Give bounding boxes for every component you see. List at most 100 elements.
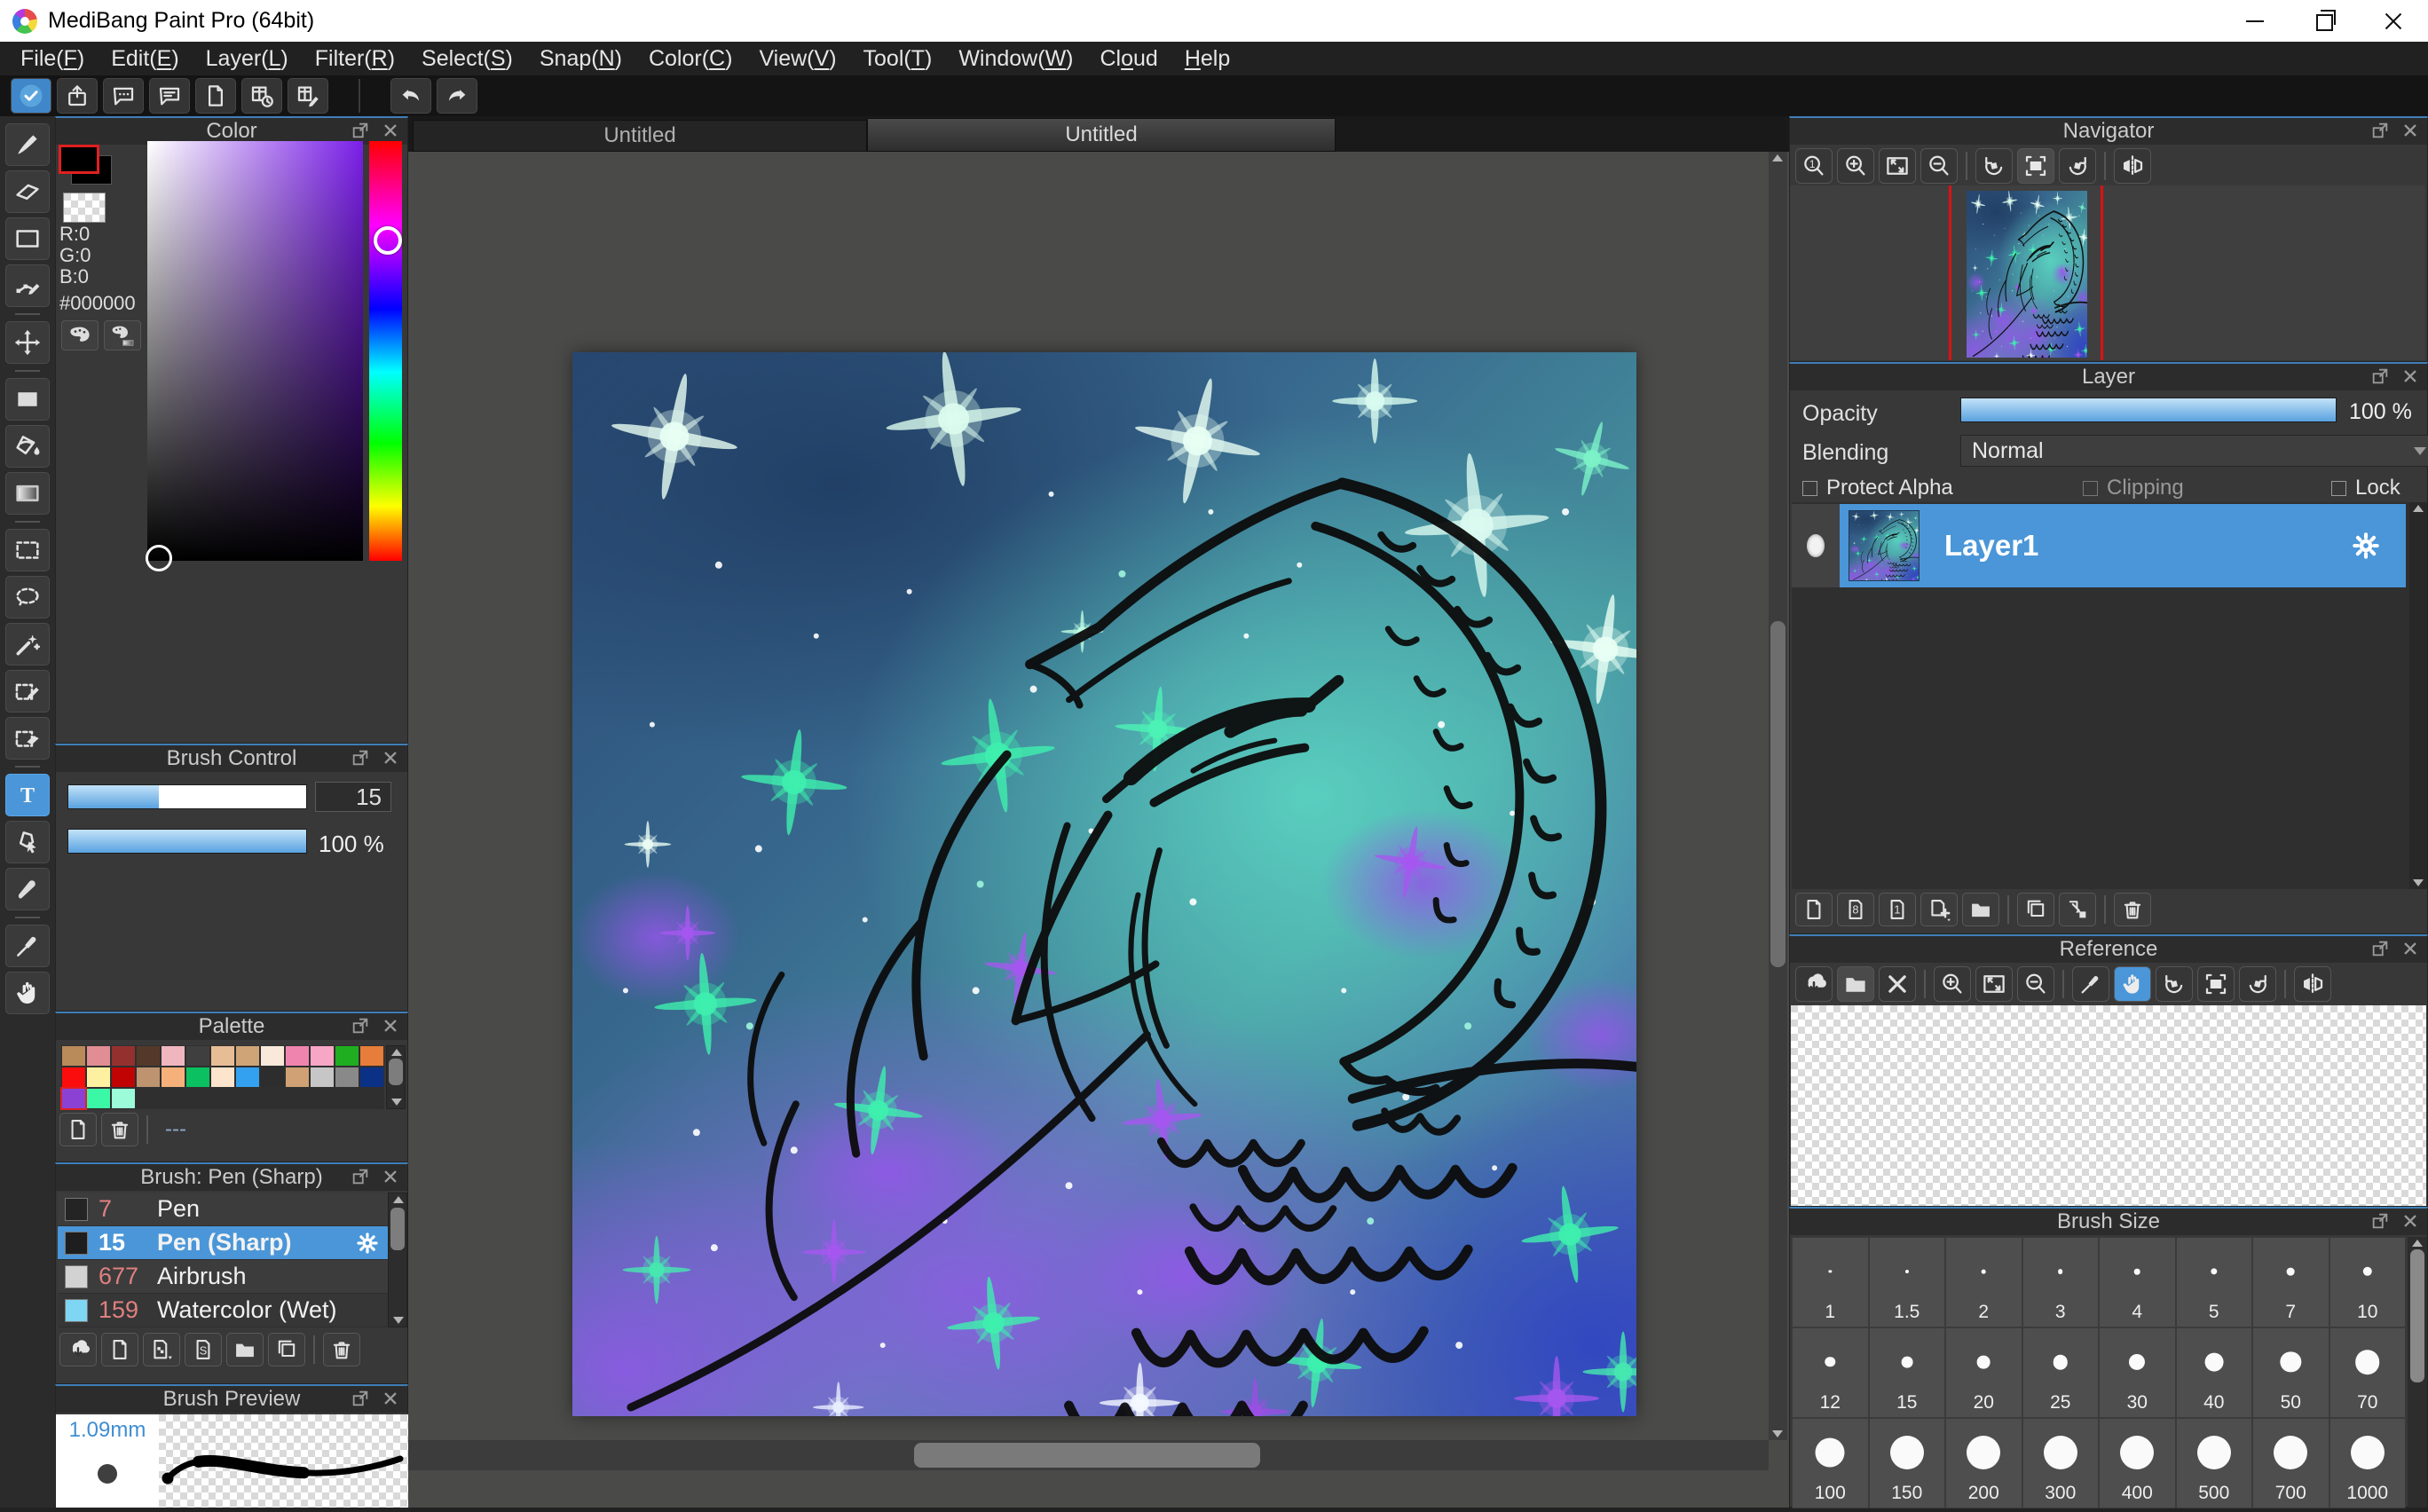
scroll-up-icon[interactable]	[391, 1049, 402, 1056]
minimize-button[interactable]	[2220, 0, 2290, 42]
brush-size-7[interactable]: 7	[2252, 1237, 2329, 1327]
close-panel-icon[interactable]	[2400, 1211, 2420, 1231]
share-button[interactable]	[57, 78, 98, 114]
palette-swatch[interactable]	[236, 1067, 259, 1087]
document-button[interactable]	[195, 78, 236, 114]
trash-button[interactable]	[323, 1333, 360, 1366]
brush-size-15[interactable]: 15	[1869, 1327, 1946, 1418]
polyline-button[interactable]	[5, 264, 50, 307]
zoom-in-button[interactable]	[1934, 966, 1971, 1002]
flip-h-button[interactable]	[2114, 148, 2151, 184]
brush-row-pen-sharp-[interactable]: 15Pen (Sharp)	[58, 1226, 407, 1260]
rotate-ccw-button[interactable]	[1975, 148, 2013, 184]
crop-frame-button[interactable]	[2197, 966, 2235, 1002]
hue-slider[interactable]	[369, 141, 402, 561]
zoom-out-button[interactable]	[2017, 966, 2054, 1002]
palette-swatch[interactable]	[186, 1067, 209, 1087]
brush-opacity-slider[interactable]	[67, 829, 307, 854]
brush-size-150[interactable]: 150	[1869, 1418, 1946, 1508]
hand-button[interactable]	[5, 972, 50, 1014]
palette-swatch[interactable]	[211, 1046, 234, 1066]
rect-button[interactable]	[5, 217, 50, 260]
rotate-ccw-button[interactable]	[2156, 966, 2193, 1002]
hue-cursor[interactable]	[374, 226, 402, 255]
lasso-button[interactable]	[5, 576, 50, 618]
rotate-cw-button[interactable]	[2239, 966, 2276, 1002]
palette-scrollbar-thumb[interactable]	[389, 1059, 403, 1085]
foreground-color-swatch[interactable]	[59, 145, 99, 174]
layer-list-scrollbar[interactable]	[2409, 502, 2427, 889]
grid-pencil-button[interactable]	[288, 78, 328, 114]
menu-file-f-[interactable]: File(F)	[7, 46, 98, 72]
reference-content-empty[interactable]	[1791, 1005, 2426, 1206]
brush-size-4[interactable]: 4	[2099, 1237, 2176, 1327]
brush-row-pen[interactable]: 7Pen	[58, 1193, 407, 1226]
scroll-down-icon[interactable]	[1772, 1430, 1783, 1437]
brush-row-airbrush[interactable]: 677Airbrush	[58, 1260, 407, 1294]
brush-size-3[interactable]: 3	[2022, 1237, 2100, 1327]
palette-swatch[interactable]	[162, 1067, 185, 1087]
palette-swatch[interactable]	[335, 1067, 359, 1087]
popout-icon[interactable]	[2370, 366, 2390, 386]
palette-color-button[interactable]	[61, 320, 99, 350]
doc-new-button[interactable]	[1795, 893, 1833, 926]
brush-size-12[interactable]: 12	[1792, 1327, 1869, 1418]
doc-new-button[interactable]	[101, 1333, 138, 1366]
palette-swatch[interactable]	[211, 1067, 234, 1087]
close-panel-icon[interactable]	[2400, 121, 2420, 140]
checkbox-icon[interactable]	[1802, 481, 1817, 496]
saturation-value-picker[interactable]	[147, 141, 363, 561]
palette-edit-button[interactable]	[104, 320, 141, 350]
palette-swatch[interactable]	[87, 1046, 110, 1066]
checkbox-icon[interactable]	[2331, 481, 2346, 496]
popout-icon[interactable]	[351, 1016, 370, 1036]
brush-size-300[interactable]: 300	[2022, 1418, 2100, 1508]
palette-swatch[interactable]	[87, 1089, 110, 1108]
brush-size-scrollbar[interactable]	[2408, 1237, 2427, 1508]
brush-size-2[interactable]: 2	[1945, 1237, 2022, 1327]
knife-button[interactable]	[5, 868, 50, 910]
brush-size-700[interactable]: 700	[2252, 1418, 2329, 1508]
cloud-down-button[interactable]	[59, 1333, 97, 1366]
palette-swatch[interactable]	[62, 1067, 85, 1087]
popout-icon[interactable]	[2370, 121, 2390, 140]
palette-swatch[interactable]	[62, 1089, 85, 1108]
palette-swatch[interactable]	[62, 1046, 85, 1066]
close-panel-icon[interactable]	[381, 1389, 400, 1408]
brush-size-1000[interactable]: 1000	[2329, 1418, 2407, 1508]
eyedropper-button[interactable]	[2072, 966, 2109, 1002]
bucket-button[interactable]	[5, 425, 50, 468]
layer-visibility-toggle[interactable]	[1792, 504, 1840, 587]
scroll-up-icon[interactable]	[2412, 1240, 2423, 1247]
blending-dropdown[interactable]: Normal	[1960, 435, 2428, 467]
navigator-preview[interactable]	[1790, 185, 2425, 360]
comment-dots-button[interactable]	[103, 78, 144, 114]
restore-button[interactable]	[2290, 0, 2359, 42]
brush-size-500[interactable]: 500	[2176, 1418, 2253, 1508]
zoom-out-button[interactable]	[1920, 148, 1958, 184]
menu-edit-e-[interactable]: Edit(E)	[98, 46, 192, 72]
close-panel-icon[interactable]	[381, 1016, 400, 1036]
palette-swatch[interactable]	[137, 1067, 160, 1087]
move-button[interactable]	[5, 321, 50, 364]
close-panel-icon[interactable]	[2400, 939, 2420, 958]
eraser-button[interactable]	[5, 170, 50, 213]
doc-8-button[interactable]	[1837, 893, 1874, 926]
redo-button[interactable]	[437, 78, 477, 114]
brush-size-20[interactable]: 20	[1945, 1327, 2022, 1418]
brush-size-1[interactable]: 1	[1792, 1237, 1869, 1327]
close-panel-icon[interactable]	[381, 1167, 400, 1186]
brush-size-1.5[interactable]: 1.5	[1869, 1237, 1946, 1327]
popout-icon[interactable]	[351, 121, 370, 140]
brush-settings-gear-icon[interactable]	[354, 1230, 381, 1256]
grid-clock-button[interactable]	[241, 78, 282, 114]
palette-swatch[interactable]	[261, 1046, 284, 1066]
fit-screen-button[interactable]	[1975, 966, 2013, 1002]
folder-button[interactable]	[1962, 893, 1999, 926]
palette-swatch[interactable]	[236, 1046, 259, 1066]
menu-color-c-[interactable]: Color(C)	[635, 46, 745, 72]
marquee-rect-button[interactable]	[5, 529, 50, 571]
doc-pattern-button[interactable]	[143, 1333, 180, 1366]
brush-size-100[interactable]: 100	[1792, 1418, 1869, 1508]
brush-size-30[interactable]: 30	[2099, 1327, 2176, 1418]
